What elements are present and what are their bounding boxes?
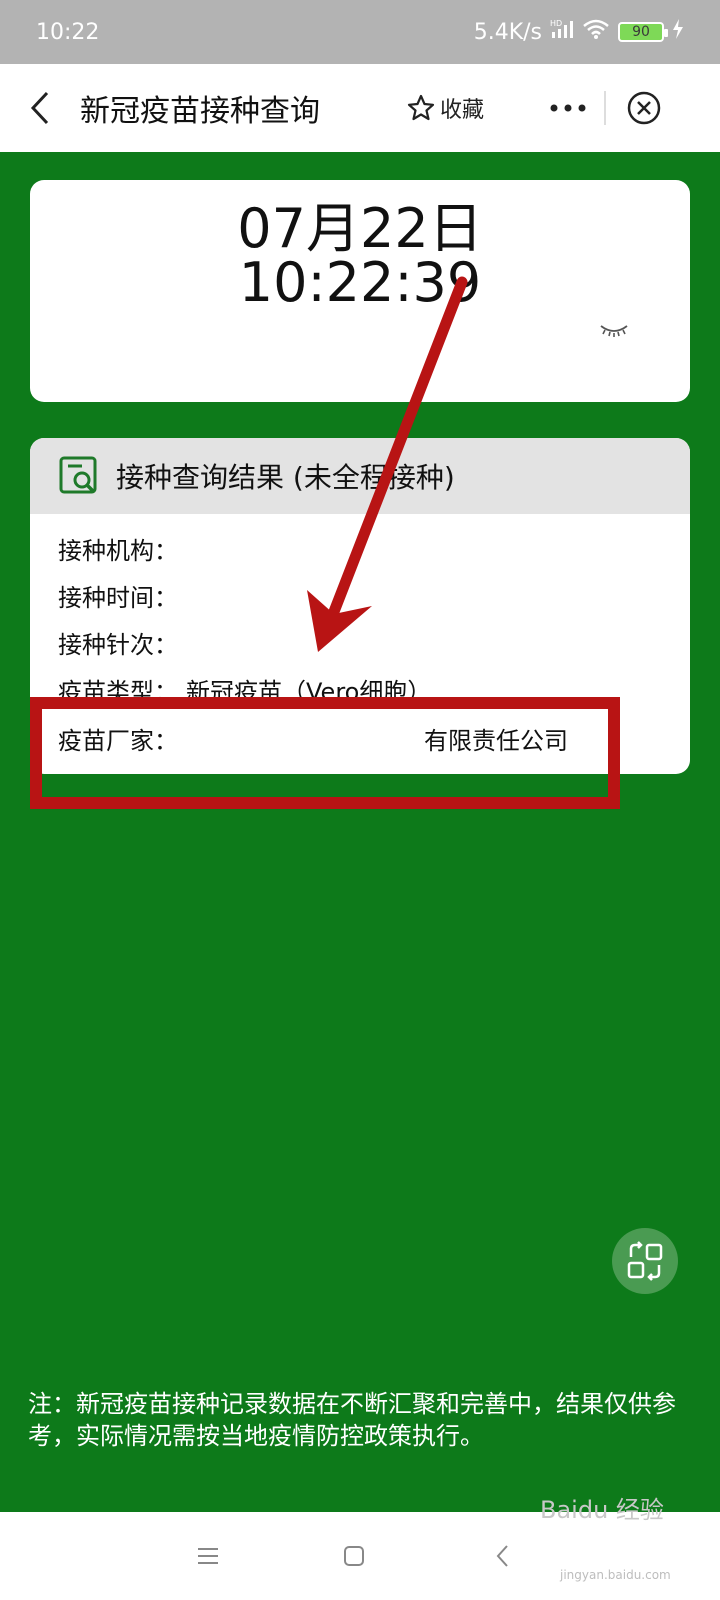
battery-icon: 90 bbox=[618, 22, 668, 42]
title-bar: 新冠疫苗接种查询 收藏 bbox=[0, 64, 720, 152]
time-card: 07月22日 10:22:39 bbox=[30, 180, 690, 402]
search-document-icon bbox=[59, 456, 97, 494]
close-button[interactable] bbox=[624, 88, 664, 128]
field-dose: 接种针次： bbox=[58, 622, 690, 669]
star-icon bbox=[407, 94, 435, 121]
home-square-icon bbox=[344, 1546, 364, 1566]
favorite-label: 收藏 bbox=[440, 98, 485, 123]
status-indicators: 5.4K/s HD 90 bbox=[474, 18, 684, 46]
network-speed: 5.4K/s bbox=[473, 19, 542, 45]
baidu-watermark: Baidu 经验 bbox=[540, 1496, 664, 1524]
date-display: 07月22日 bbox=[237, 197, 483, 260]
header-divider bbox=[604, 91, 607, 125]
field-label: 接种时间： bbox=[58, 584, 178, 612]
field-institution: 接种机构： bbox=[58, 528, 690, 575]
switch-icon bbox=[627, 1241, 663, 1281]
menu-icon bbox=[198, 1548, 218, 1564]
main-content: 07月22日 10:22:39 接种查询结果 (未全程接种) 接种机构： 接种时… bbox=[0, 152, 720, 1512]
watermark-url: jingyan.baidu.com bbox=[560, 1568, 671, 1582]
highlight-box bbox=[30, 697, 620, 809]
field-label: 接种针次： bbox=[58, 631, 178, 659]
favorite-button[interactable]: 收藏 bbox=[406, 92, 484, 124]
more-button[interactable] bbox=[546, 86, 590, 130]
more-icon bbox=[550, 104, 586, 112]
time-display: 10:22:39 bbox=[238, 251, 482, 314]
back-icon bbox=[30, 91, 49, 125]
switch-view-button[interactable] bbox=[612, 1228, 678, 1294]
wifi-icon bbox=[582, 18, 610, 46]
close-icon bbox=[627, 91, 661, 125]
result-title: 接种查询结果 (未全程接种) bbox=[116, 461, 455, 494]
nav-back-icon bbox=[496, 1545, 508, 1567]
back-button[interactable] bbox=[0, 64, 80, 152]
charging-icon bbox=[672, 19, 684, 45]
status-bar: 10:22 5.4K/s HD 90 bbox=[0, 0, 720, 64]
hd-badge: HD bbox=[550, 19, 562, 28]
field-time: 接种时间： bbox=[58, 575, 690, 622]
home-button[interactable] bbox=[332, 1534, 376, 1578]
status-time: 10:22 bbox=[36, 19, 100, 45]
page-title: 新冠疫苗接种查询 bbox=[80, 94, 320, 129]
menu-button[interactable] bbox=[186, 1534, 230, 1578]
eye-closed-icon[interactable] bbox=[598, 320, 630, 340]
field-label: 接种机构： bbox=[58, 537, 178, 565]
nav-back-button[interactable] bbox=[480, 1534, 524, 1578]
disclaimer-note: 注：新冠疫苗接种记录数据在不断汇聚和完善中，结果仅供参考，实际情况需按当地疫情防… bbox=[28, 1390, 676, 1450]
signal-icon: HD bbox=[550, 18, 574, 46]
result-header: 接种查询结果 (未全程接种) bbox=[30, 438, 690, 514]
